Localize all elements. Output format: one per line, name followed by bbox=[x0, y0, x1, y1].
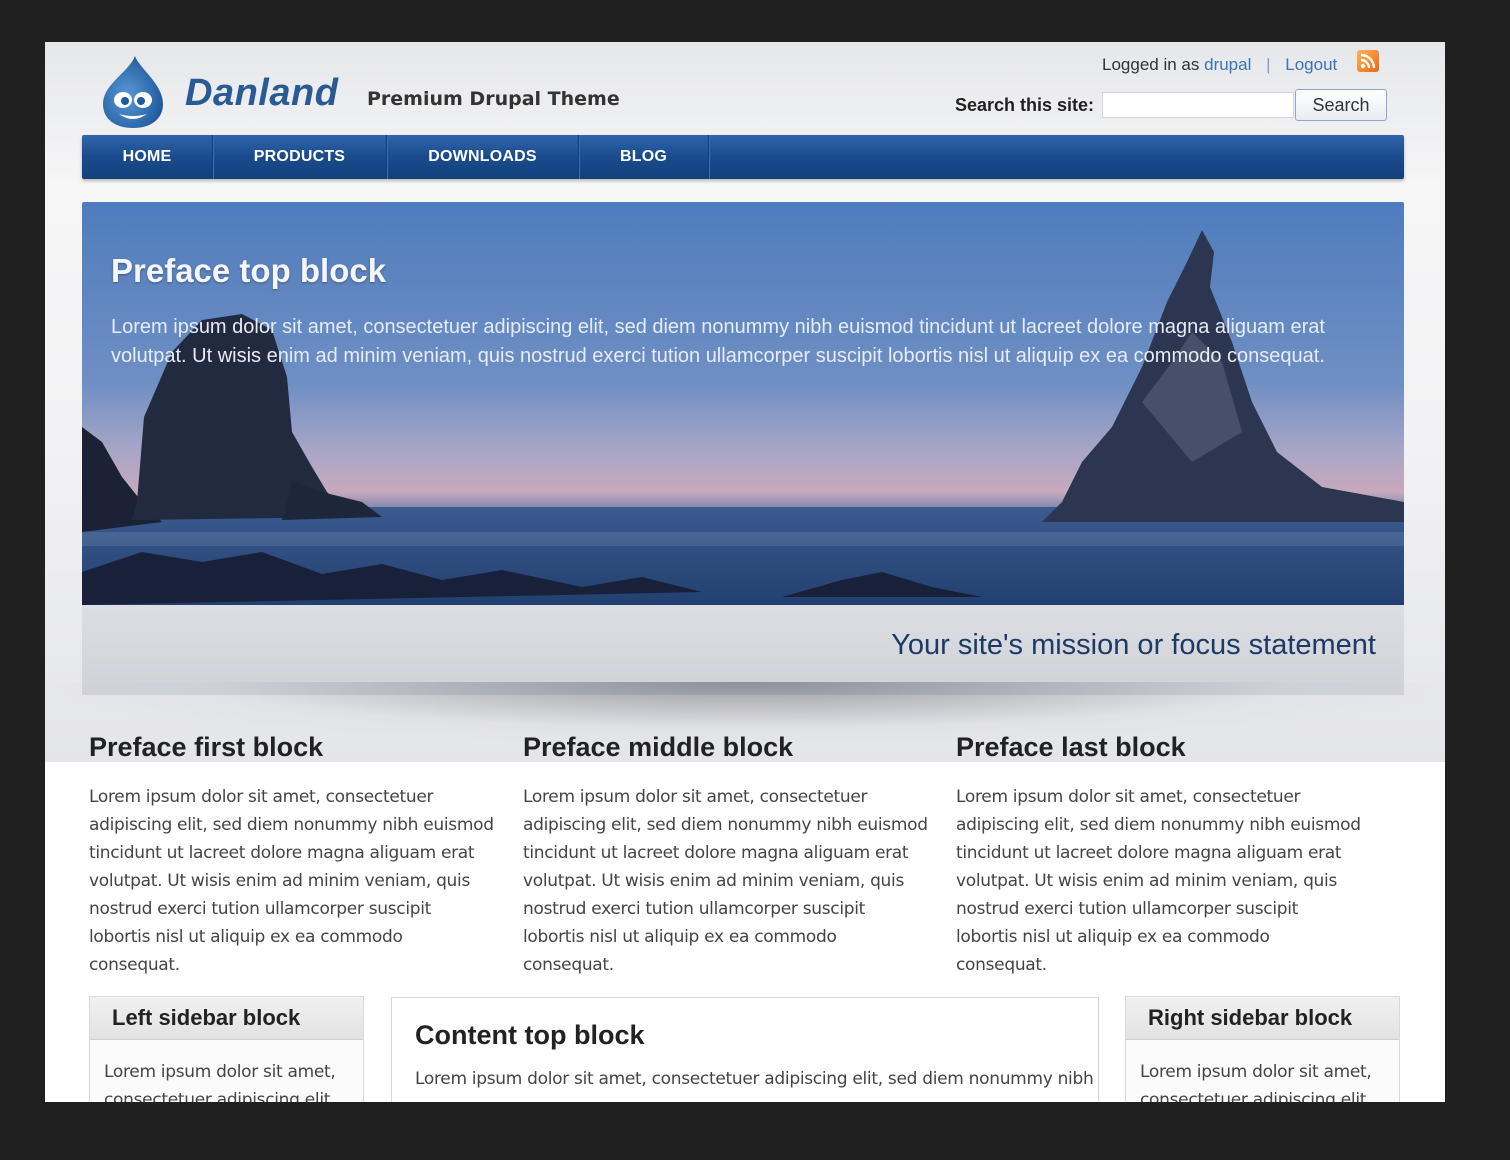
drupal-logo-icon[interactable] bbox=[101, 54, 165, 130]
content-top-block: Content top block Lorem ipsum dolor sit … bbox=[391, 997, 1099, 1102]
page-frame: Danland Premium Drupal Theme Logged in a… bbox=[45, 42, 1445, 1102]
preface-last-text: Lorem ipsum dolor sit amet, consectetuer… bbox=[956, 787, 1361, 975]
banner-text: Lorem ipsum dolor sit amet, consectetuer… bbox=[111, 316, 1325, 367]
preface-last-title: Preface last block bbox=[956, 732, 1186, 762]
preface-middle-block: Preface middle block Lorem ipsum dolor s… bbox=[523, 732, 928, 979]
preface-first-block: Preface first block Lorem ipsum dolor si… bbox=[89, 732, 494, 979]
login-status: Logged in as drupal | Logout bbox=[1102, 55, 1337, 75]
left-sidebar-block: Left sidebar block Lorem ipsum dolor sit… bbox=[89, 996, 364, 1102]
right-sidebar-title: Right sidebar block bbox=[1126, 997, 1399, 1040]
site-name[interactable]: Danland bbox=[185, 72, 338, 115]
right-sidebar-block: Right sidebar block Lorem ipsum dolor si… bbox=[1125, 996, 1400, 1102]
search-input[interactable] bbox=[1102, 92, 1294, 118]
preface-last-block: Preface last block Lorem ipsum dolor sit… bbox=[956, 732, 1361, 979]
logged-in-label: Logged in as bbox=[1102, 55, 1200, 74]
nav-item-home[interactable]: HOME bbox=[82, 135, 213, 179]
banner-title: Preface top block bbox=[111, 252, 387, 289]
nav-item-downloads[interactable]: DOWNLOADS bbox=[387, 135, 579, 179]
content-top-text: Lorem ipsum dolor sit amet, consectetuer… bbox=[415, 1069, 1094, 1089]
search-button[interactable]: Search bbox=[1295, 89, 1387, 121]
login-separator: | bbox=[1266, 55, 1271, 74]
preface-middle-title: Preface middle block bbox=[523, 732, 794, 762]
mission-statement: Your site's mission or focus statement bbox=[891, 629, 1376, 661]
left-sidebar-text: Lorem ipsum dolor sit amet, consectetuer… bbox=[104, 1062, 336, 1102]
content-top-title: Content top block bbox=[415, 1020, 645, 1050]
banner-slideshow: Preface top block Lorem ipsum dolor sit … bbox=[82, 202, 1404, 605]
rss-icon[interactable] bbox=[1357, 50, 1379, 72]
username-link[interactable]: drupal bbox=[1204, 55, 1251, 74]
main-navigation: HOME PRODUCTS DOWNLOADS BLOG bbox=[82, 135, 1404, 179]
logout-link[interactable]: Logout bbox=[1285, 55, 1337, 74]
preface-middle-text: Lorem ipsum dolor sit amet, consectetuer… bbox=[523, 787, 928, 975]
right-sidebar-text: Lorem ipsum dolor sit amet, consectetuer… bbox=[1140, 1062, 1372, 1102]
preface-first-title: Preface first block bbox=[89, 732, 324, 762]
nav-item-blog[interactable]: BLOG bbox=[579, 135, 709, 179]
search-label: Search this site: bbox=[955, 95, 1095, 115]
site-slogan: Premium Drupal Theme bbox=[367, 88, 620, 110]
left-sidebar-title: Left sidebar block bbox=[90, 997, 363, 1040]
preface-first-text: Lorem ipsum dolor sit amet, consectetuer… bbox=[89, 787, 494, 975]
nav-item-products[interactable]: PRODUCTS bbox=[213, 135, 387, 179]
